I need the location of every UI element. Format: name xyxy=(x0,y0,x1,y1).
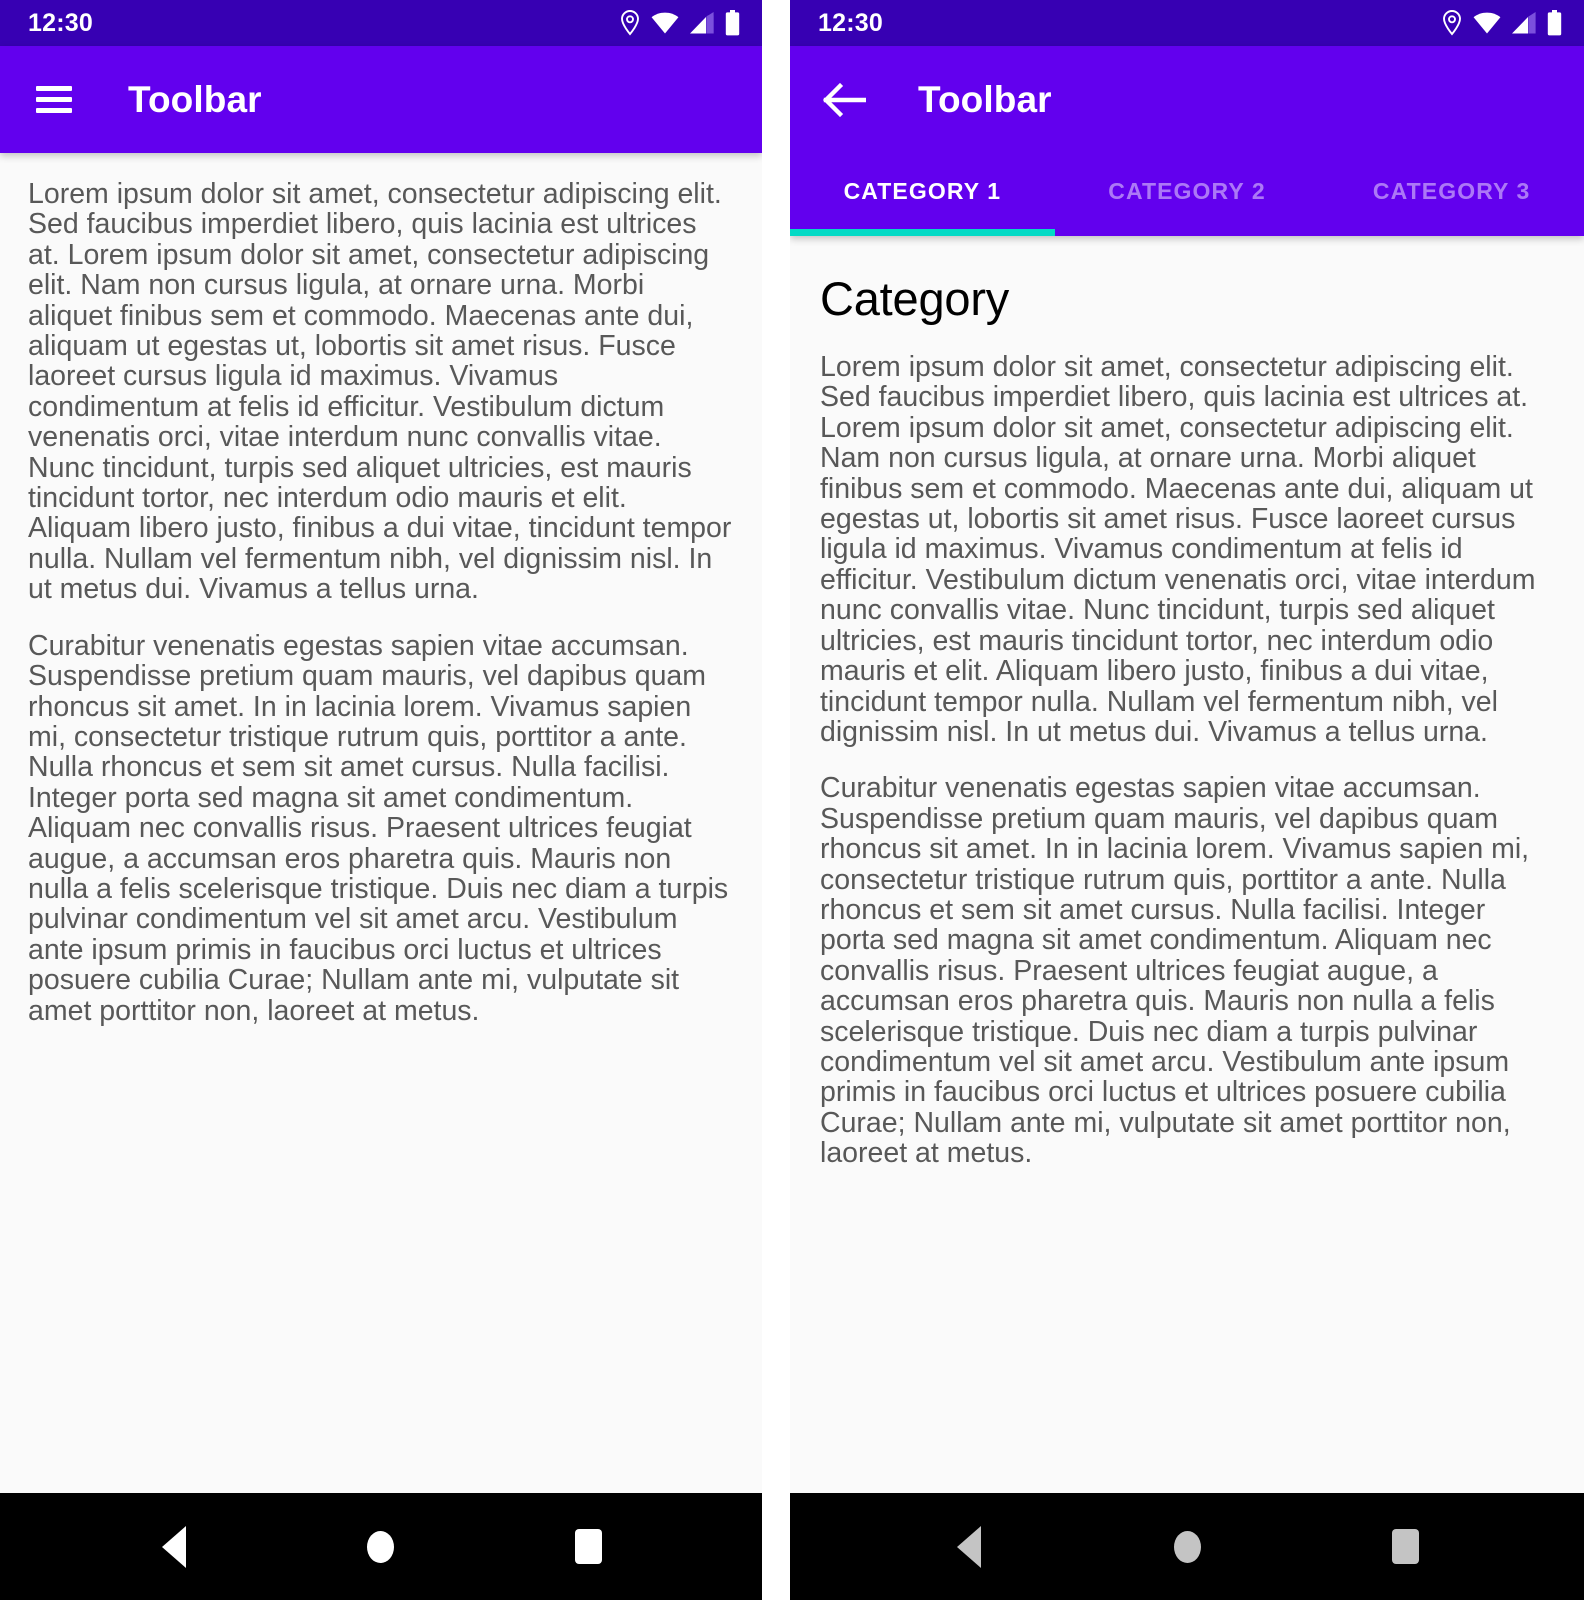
page-title: Category xyxy=(820,272,1010,325)
hamburger-bar-3 xyxy=(36,108,72,113)
toolbar-row: Toolbar xyxy=(790,46,1584,153)
status-bar-clock: 12:30 xyxy=(818,8,883,37)
status-bar: 12:30 xyxy=(0,0,762,46)
hamburger-bars xyxy=(36,86,72,113)
toolbar-title: Toolbar xyxy=(918,79,1052,120)
dual-screenshot-container: 12:30 Toolbar Lorem ipsum dolor sit amet… xyxy=(0,0,1584,1600)
system-navigation-bar xyxy=(790,1493,1584,1600)
body-paragraph: Lorem ipsum dolor sit amet, consectetur … xyxy=(28,178,732,606)
hamburger-bar-2 xyxy=(36,97,72,102)
toolbar-title: Toolbar xyxy=(128,79,262,120)
home-circle-icon xyxy=(1173,1530,1201,1563)
toolbar-row: Toolbar xyxy=(0,46,762,153)
recents-button[interactable] xyxy=(543,1502,633,1592)
back-triangle-icon xyxy=(161,1525,186,1568)
tab-label: CATEGORY 3 xyxy=(1372,178,1531,204)
recents-square-icon xyxy=(574,1529,602,1564)
body-paragraph: Curabitur venenatis egestas sapien vitae… xyxy=(820,772,1530,1170)
left-phone-screen: 12:30 Toolbar Lorem ipsum dolor sit amet… xyxy=(0,0,762,1600)
back-button[interactable] xyxy=(129,1502,219,1592)
right-phone-screen: 12:30 Toolbar CATEGORY 1 CATEGORY 2 CATE… xyxy=(790,0,1584,1600)
app-toolbar: Toolbar CATEGORY 1 CATEGORY 2 CATEGORY 3 xyxy=(790,46,1584,236)
tab-category-3[interactable]: CATEGORY 3 xyxy=(1319,153,1584,236)
cellular-signal-icon xyxy=(690,12,714,34)
recents-button[interactable] xyxy=(1360,1502,1450,1592)
tab-label: CATEGORY 2 xyxy=(1108,178,1266,204)
hamburger-bar-1 xyxy=(36,86,72,91)
home-button[interactable] xyxy=(336,1502,426,1592)
app-toolbar: Toolbar xyxy=(0,46,762,153)
battery-icon xyxy=(725,10,740,36)
home-button[interactable] xyxy=(1142,1502,1232,1592)
left-content-area: Lorem ipsum dolor sit amet, consectetur … xyxy=(0,153,762,1493)
wifi-icon xyxy=(1473,12,1501,34)
home-circle-icon xyxy=(367,1530,395,1563)
hamburger-menu-icon[interactable] xyxy=(28,74,80,126)
back-arrow-icon[interactable] xyxy=(818,74,870,126)
back-triangle-icon xyxy=(957,1525,981,1568)
wifi-icon xyxy=(651,12,679,34)
battery-icon xyxy=(1547,10,1562,36)
body-paragraph: Lorem ipsum dolor sit amet, consectetur … xyxy=(820,351,1536,748)
screen-divider xyxy=(762,0,790,1600)
status-bar-icons xyxy=(1442,10,1562,36)
body-paragraph: Curabitur venenatis egestas sapien vitae… xyxy=(28,629,729,1027)
cellular-signal-icon xyxy=(1512,12,1536,34)
system-navigation-bar xyxy=(0,1493,762,1600)
status-bar-icons xyxy=(620,10,740,36)
location-pin-icon xyxy=(1442,10,1462,36)
recents-square-icon xyxy=(1391,1529,1419,1564)
status-bar-clock: 12:30 xyxy=(28,8,93,37)
tab-label: CATEGORY 1 xyxy=(843,178,1002,204)
status-bar: 12:30 xyxy=(790,0,1584,46)
right-content-area: Category Lorem ipsum dolor sit amet, con… xyxy=(790,236,1584,1493)
tab-category-1[interactable]: CATEGORY 1 xyxy=(790,153,1055,236)
category-tab-bar: CATEGORY 1 CATEGORY 2 CATEGORY 3 xyxy=(790,153,1584,236)
back-button[interactable] xyxy=(924,1502,1014,1592)
tab-category-2[interactable]: CATEGORY 2 xyxy=(1055,153,1320,236)
location-pin-icon xyxy=(620,10,640,36)
